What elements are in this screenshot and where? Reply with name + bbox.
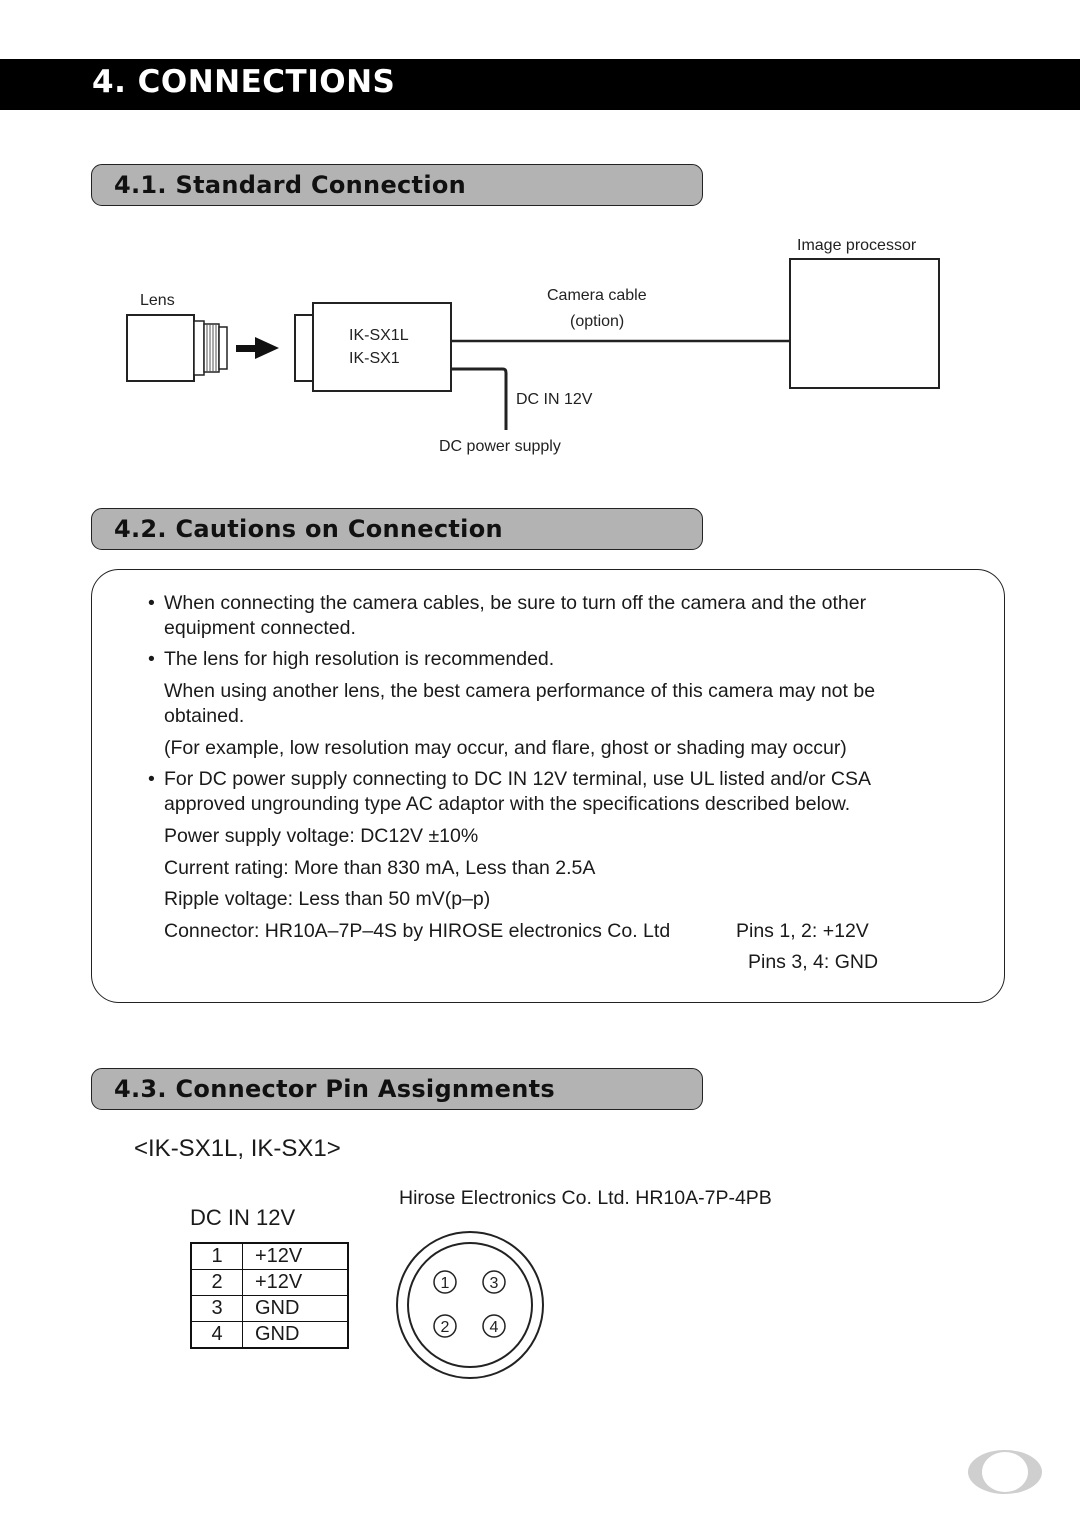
camera-cable-option-label: (option) [570,313,625,330]
arrow-right-icon [236,337,279,359]
pin-signal: +12V [242,1269,349,1296]
section-title: 4.3. Connector Pin Assignments [114,1075,555,1103]
dc-power-supply-label: DC power supply [439,438,561,455]
connector-pin-1: 1 [433,1270,457,1294]
dc-in-table-title: DC IN 12V [190,1205,296,1230]
pin-number: 1 [190,1242,243,1270]
caution-line: When connecting the camera cables, be su… [164,592,867,614]
caution-line: approved ungrounding type AC adaptor wit… [164,793,851,815]
pin-number: 2 [190,1269,243,1296]
section-header-pin-assignments: 4.3. Connector Pin Assignments [91,1068,703,1110]
caution-line: equipment connected. [164,617,356,639]
pin-signal: GND [242,1295,349,1322]
image-processor-box [789,258,940,389]
lens-icon [126,314,228,382]
pin-signal: GND [242,1321,349,1349]
dc-in-label: DC IN 12V [516,391,593,408]
pin-label: 3 [490,1275,499,1292]
caution-line: For DC power supply connecting to DC IN … [164,768,872,790]
caution-line: Power supply voltage: DC12V ±10% [164,825,479,847]
connector-outer-ring [396,1231,544,1379]
connector-pin-3: 3 [482,1270,506,1294]
pin-number: 3 [190,1295,243,1322]
pins-note-ground: Pins 3, 4: GND [748,951,879,973]
bullet-icon: • [148,592,155,614]
table-row: 2 +12V [190,1269,349,1296]
lens-label: Lens [140,292,175,309]
dc-cable-line [451,367,508,430]
table-row: 1 +12V [190,1242,349,1270]
camera-cable-label: Camera cable [547,287,647,304]
bullet-icon: • [148,768,155,790]
camera-model-label-1: IK-SX1L [349,327,409,344]
caution-line: The lens for high resolution is recommen… [164,648,555,670]
pin-label: 4 [490,1319,499,1336]
caution-line: When using another lens, the best camera… [164,680,876,702]
caution-line: obtained. [164,705,245,727]
page-number-oval-icon [968,1450,1042,1494]
camera-body-icon [294,302,452,392]
connector-face-diagram: 1 3 2 4 [396,1231,544,1379]
table-row: 3 GND [190,1295,349,1322]
pin-signal: +12V [242,1242,349,1270]
table-row: 4 GND [190,1321,349,1349]
pin-number: 4 [190,1321,243,1349]
connector-pin-4: 4 [482,1314,506,1338]
pin-label: 1 [441,1275,450,1292]
caution-line: Current rating: More than 830 mA, Less t… [164,857,596,879]
section-header-cautions: 4.2. Cautions on Connection [91,508,703,550]
caution-line: (For example, low resolution may occur, … [164,737,847,759]
pin-label: 2 [441,1319,450,1336]
pin-assignment-table: 1 +12V 2 +12V 3 GND 4 GND [190,1242,349,1349]
caution-line: Ripple voltage: Less than 50 mV(p–p) [164,888,491,910]
caution-line: Connector: HR10A–7P–4S by HIROSE electro… [164,920,671,942]
camera-model-label-2: IK-SX1 [349,350,400,367]
pins-note-power: Pins 1, 2: +12V [736,920,869,942]
image-processor-label: Image processor [797,237,917,254]
connector-pin-2: 2 [433,1314,457,1338]
connector-inner-ring [407,1242,533,1368]
model-heading: <IK-SX1L, IK-SX1> [134,1135,341,1162]
connector-title: Hirose Electronics Co. Ltd. HR10A-7P-4PB [399,1187,772,1209]
bullet-icon: • [148,648,155,670]
section-title: 4.2. Cautions on Connection [114,515,503,543]
